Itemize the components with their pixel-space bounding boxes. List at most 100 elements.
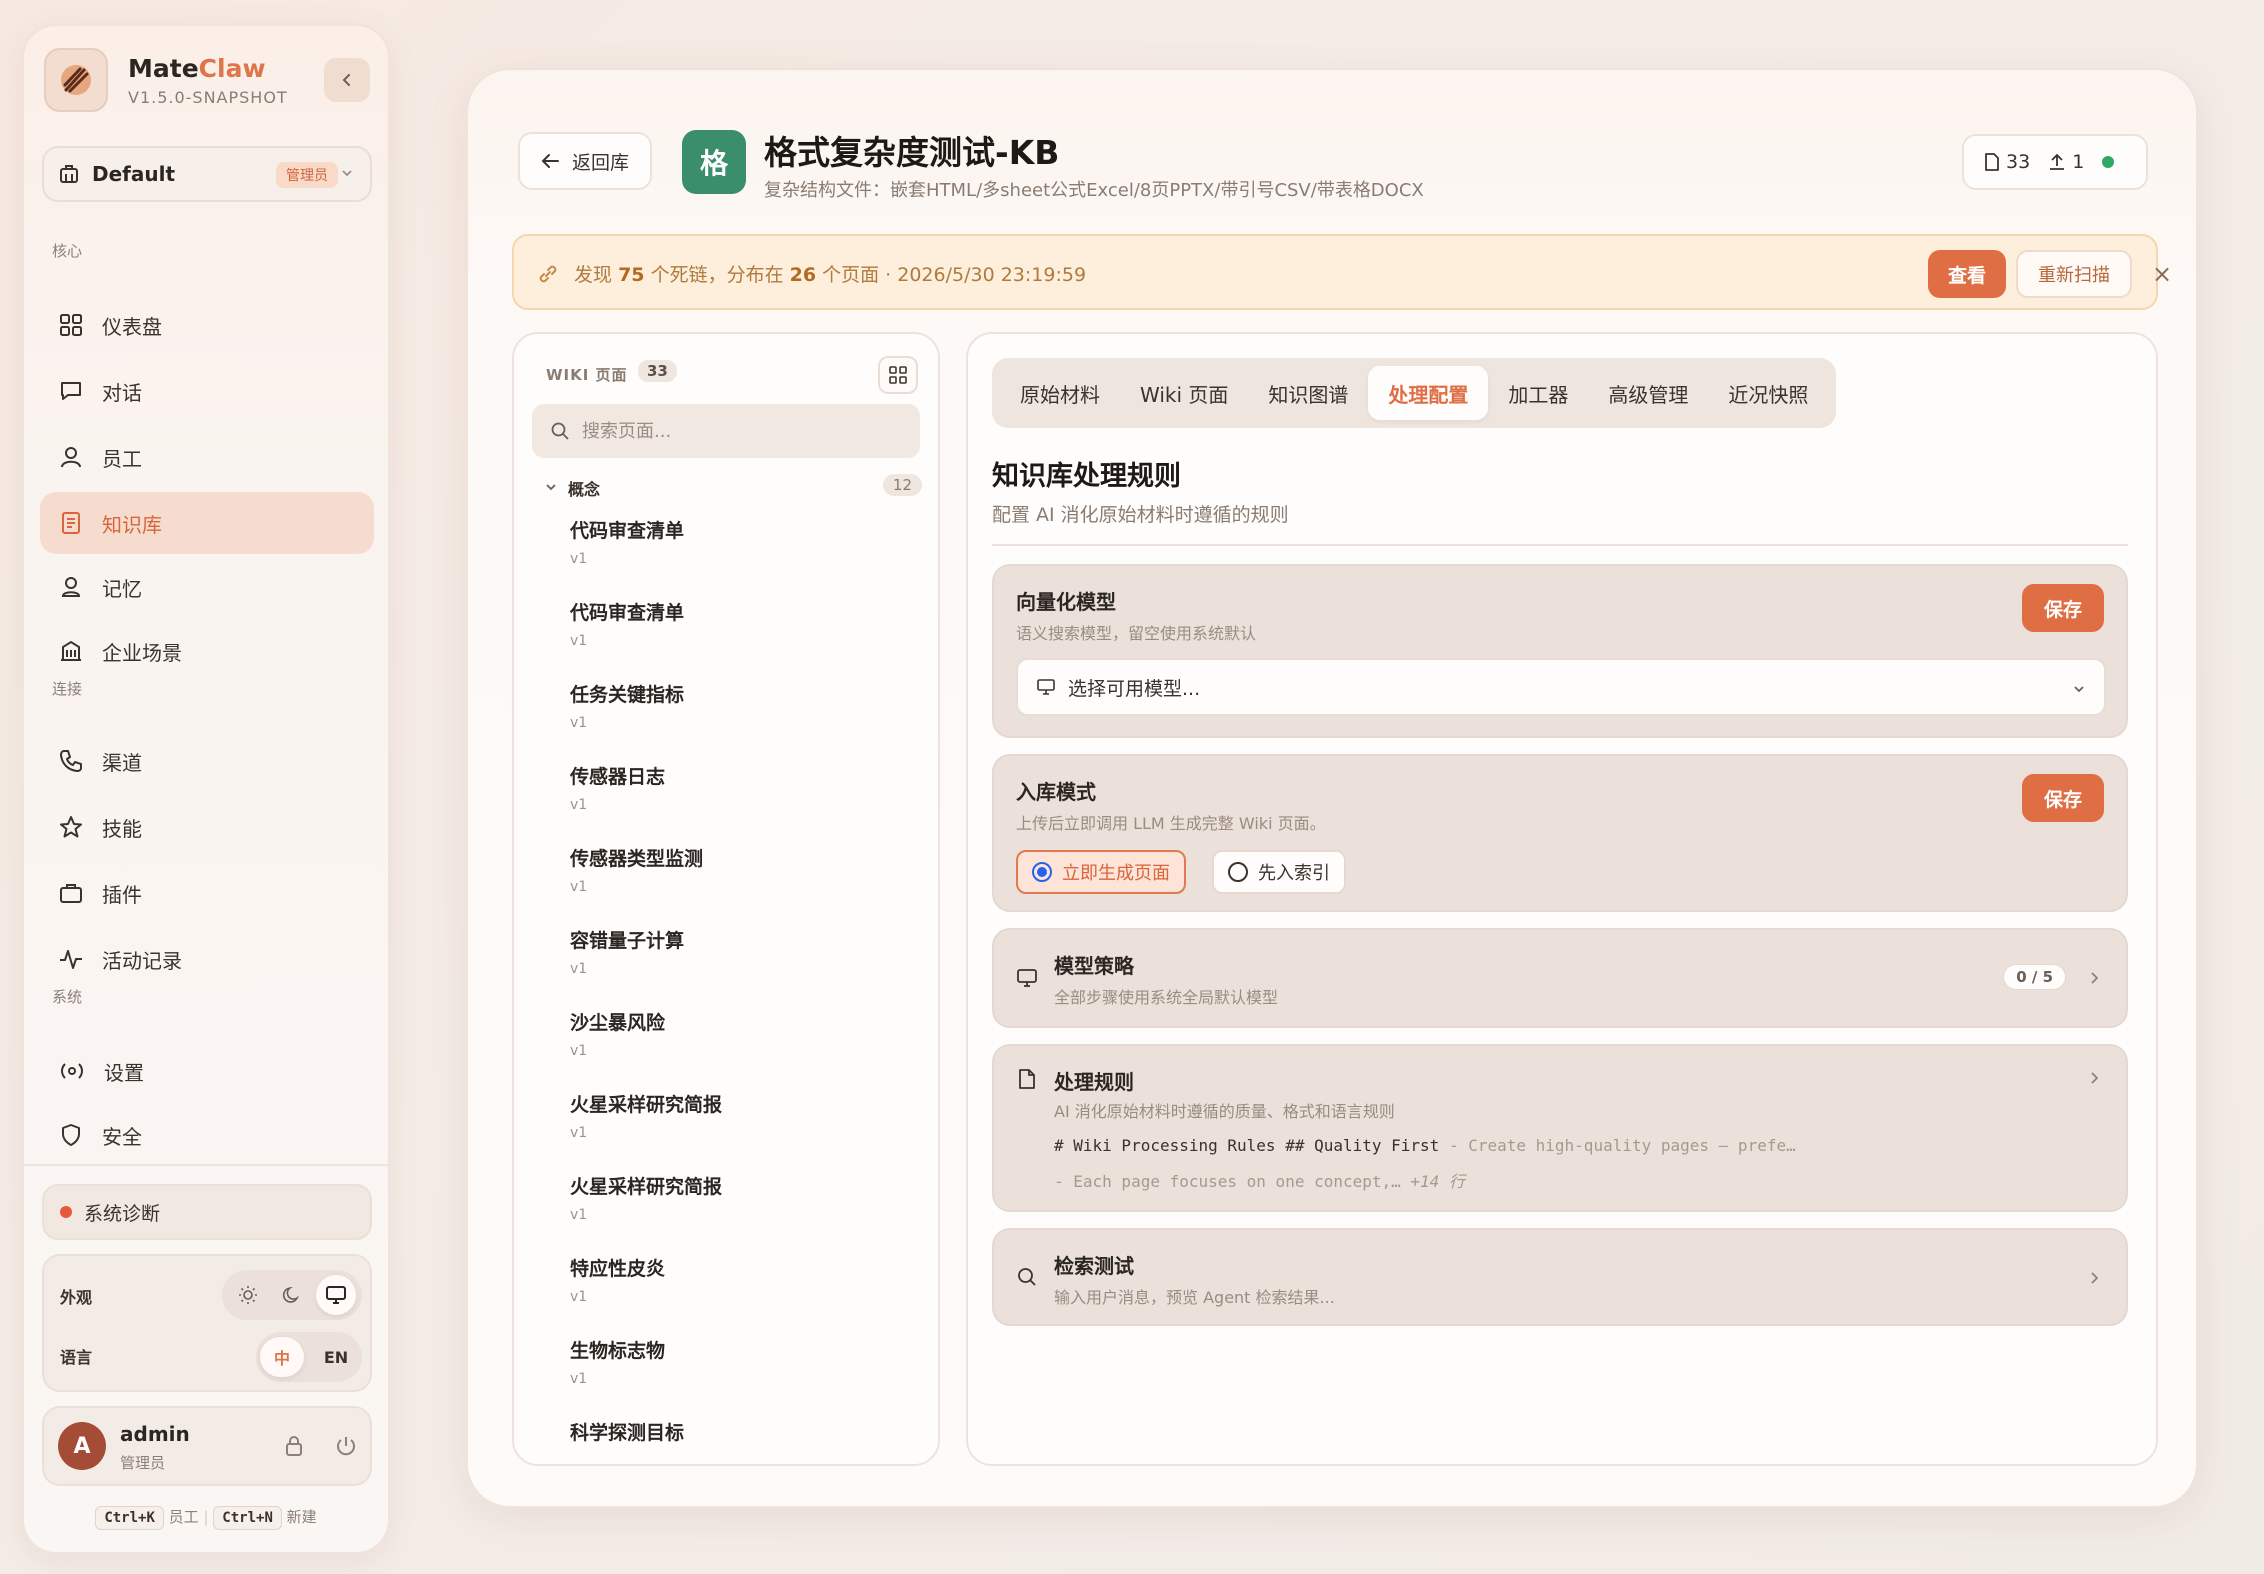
chevron-down-icon: [2074, 686, 2084, 693]
list-item[interactable]: 特应性皮炎 v1: [570, 1254, 910, 1330]
processing-rules-card[interactable]: 处理规则 AI 消化原始材料时遵循的质量、格式和语言规则 # Wiki Proc…: [992, 1044, 2128, 1212]
sidebar-item-enterprise[interactable]: 企业场景: [40, 620, 374, 682]
vector-model-card: 向量化模型 语义搜索模型，留空使用系统默认 保存 选择可用模型...: [992, 564, 2128, 738]
lock-icon: [286, 1436, 302, 1456]
config-panel: 原始材料 Wiki 页面 知识图谱 处理配置 加工器 高级管理 近况快照 知识库…: [966, 332, 2158, 1466]
sidebar-item-chat[interactable]: 对话: [40, 360, 374, 422]
main-panel: 返回库 格 格式复杂度测试-KB 复杂结构文件：嵌套HTML/多sheet公式E…: [466, 68, 2198, 1508]
tab-knowledge-graph[interactable]: 知识图谱: [1248, 366, 1368, 420]
app-logo[interactable]: [44, 48, 108, 112]
avatar[interactable]: A: [58, 1422, 106, 1470]
file-icon: [1019, 1069, 1035, 1089]
model-strategy-card[interactable]: 模型策略 全部步骤使用系统全局默认模型 0 / 5: [992, 928, 2128, 1028]
model-select[interactable]: 选择可用模型...: [1016, 658, 2106, 716]
app-version: V1.5.0-SNAPSHOT: [128, 88, 288, 107]
sidebar-item-memory[interactable]: 记忆: [40, 556, 374, 618]
list-item[interactable]: 科学探测目标: [570, 1418, 910, 1464]
tab-processors[interactable]: 加工器: [1488, 366, 1588, 420]
settings-icon: [61, 1063, 83, 1079]
list-item[interactable]: 沙尘暴风险 v1: [570, 1008, 910, 1084]
chevron-down-icon: [546, 484, 556, 491]
sidebar-item-dashboard[interactable]: 仪表盘: [40, 294, 374, 356]
page-title: 格式复杂度测试-KB: [764, 133, 1060, 172]
wiki-search-input[interactable]: [582, 420, 902, 442]
system-diagnostics-button[interactable]: 系统诊断: [42, 1184, 372, 1240]
sidebar-item-label: 仪表盘: [102, 314, 162, 339]
list-item[interactable]: 传感器日志 v1: [570, 762, 910, 838]
card-title: 向量化模型: [1016, 590, 1116, 614]
list-item[interactable]: 容错量子计算 v1: [570, 926, 910, 1002]
list-item[interactable]: 任务关键指标 v1: [570, 680, 910, 756]
rules-preview-line: - Each page focuses on one concept,… +14…: [1054, 1172, 1465, 1191]
sidebar-item-employees[interactable]: 员工: [40, 426, 374, 488]
list-item[interactable]: 火星采样研究简报 v1: [570, 1172, 910, 1248]
sidebar-item-label: 活动记录: [102, 948, 182, 973]
tab-wiki-pages[interactable]: Wiki 页面: [1120, 366, 1248, 420]
workspace-select[interactable]: Default 管理员: [42, 146, 372, 202]
tab-advanced[interactable]: 高级管理: [1588, 366, 1708, 420]
monitor-icon: [1037, 679, 1055, 695]
sidebar-item-security[interactable]: 安全: [40, 1104, 374, 1166]
back-label: 返回库: [572, 151, 630, 174]
sidebar-item-settings[interactable]: 设置: [40, 1040, 374, 1102]
save-button[interactable]: 保存: [2022, 774, 2104, 822]
close-icon[interactable]: ×: [2152, 260, 2172, 288]
sidebar-item-label: 企业场景: [102, 640, 182, 665]
light-theme-button[interactable]: [228, 1275, 268, 1315]
sidebar-item-skills[interactable]: 技能: [40, 796, 374, 858]
kb-avatar: 格: [682, 130, 746, 194]
sidebar-item-channels[interactable]: 渠道: [40, 730, 374, 792]
status-dot: [60, 1206, 72, 1218]
lock-button[interactable]: [282, 1434, 306, 1458]
tab-snapshot[interactable]: 近况快照: [1708, 366, 1828, 420]
section-subtitle: 配置 AI 消化原始材料时遵循的规则: [992, 504, 1289, 526]
monitor-icon: [1017, 969, 1037, 987]
wiki-count-badge: 33: [638, 360, 677, 382]
save-button[interactable]: 保存: [2022, 584, 2104, 632]
building-icon: [61, 640, 81, 661]
view-toggle-button[interactable]: [878, 356, 918, 394]
building-icon: [60, 165, 78, 183]
sidebar-item-knowledge-base[interactable]: 知识库: [40, 492, 374, 554]
user-role: 管理员: [120, 1454, 166, 1472]
lang-en-button[interactable]: EN: [314, 1337, 358, 1377]
radio-immediate[interactable]: 立即生成页面: [1016, 850, 1186, 894]
list-item[interactable]: 传感器类型监测 v1: [570, 844, 910, 920]
memory-icon: [61, 577, 81, 597]
list-item[interactable]: 生物标志物 v1: [570, 1336, 910, 1412]
claw-logo-icon: [61, 65, 91, 95]
search-test-card[interactable]: 检索测试 输入用户消息，预览 Agent 检索结果...: [992, 1228, 2128, 1326]
user-name: admin: [120, 1422, 190, 1446]
wiki-heading: WIKI 页面: [546, 366, 628, 384]
sidebar-item-activity[interactable]: 活动记录: [40, 928, 374, 990]
view-dead-links-button[interactable]: 查看: [1928, 250, 2006, 298]
logout-button[interactable]: [334, 1434, 358, 1458]
strategy-count-badge: 0 / 5: [2003, 964, 2066, 990]
collapse-sidebar-button[interactable]: [324, 58, 370, 102]
category-concepts[interactable]: 概念 12: [544, 472, 922, 506]
language-label: 语言: [60, 1348, 93, 1367]
card-description: AI 消化原始材料时遵循的质量、格式和语言规则: [1054, 1102, 1395, 1121]
sidebar-divider: [24, 1164, 388, 1166]
list-item[interactable]: 火星采样研究简报 v1: [570, 1090, 910, 1166]
chat-icon: [61, 382, 81, 400]
radio-label: 立即生成页面: [1062, 863, 1170, 884]
search-icon: [551, 422, 569, 440]
radio-indicator: [1032, 862, 1052, 882]
dark-theme-button[interactable]: [272, 1275, 312, 1315]
status-dot: [2102, 156, 2115, 168]
system-theme-button[interactable]: [316, 1275, 356, 1315]
activity-icon: [60, 950, 82, 969]
model-select-placeholder: 选择可用模型...: [1068, 677, 1201, 700]
radio-index-first[interactable]: 先入索引: [1212, 850, 1346, 894]
sidebar-item-plugins[interactable]: 插件: [40, 862, 374, 924]
list-item[interactable]: 代码审查清单 v1: [570, 516, 910, 592]
category-label: 概念: [568, 480, 601, 499]
back-to-library-button[interactable]: 返回库: [518, 132, 652, 190]
sidebar-item-label: 渠道: [102, 750, 142, 775]
lang-zh-button[interactable]: 中: [260, 1337, 304, 1377]
rescan-button[interactable]: 重新扫描: [2016, 250, 2132, 298]
tab-raw-materials[interactable]: 原始材料: [1000, 366, 1120, 420]
list-item[interactable]: 代码审查清单 v1: [570, 598, 910, 674]
tab-processing-config[interactable]: 处理配置: [1368, 366, 1489, 420]
